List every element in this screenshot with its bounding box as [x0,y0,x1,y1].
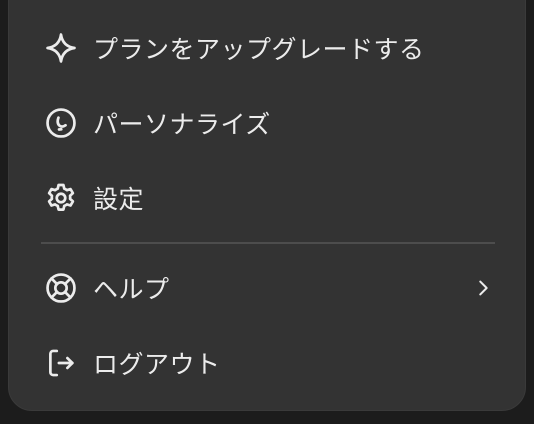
menu-item-label: プランをアップグレードする [93,35,425,64]
menu-item-label: 設定 [93,185,145,214]
menu-item-label: ログアウト [93,350,221,379]
menu-item-label: パーソナライズ [93,110,271,139]
menu-item-help[interactable]: ヘルプ [9,258,527,318]
gear-icon [43,180,79,216]
chevron-right-icon [471,276,495,300]
menu-item-upgrade-plan[interactable]: プランをアップグレードする [9,18,527,78]
menu-item-personalize[interactable]: パーソナライズ [9,93,527,153]
menu-item-logout[interactable]: ログアウト [9,333,527,393]
personalize-icon [43,105,79,141]
menu-item-settings[interactable]: 設定 [9,168,527,228]
logout-icon [43,345,79,381]
menu-item-label: ヘルプ [93,275,170,304]
lifebuoy-icon [43,270,79,306]
menu-divider [41,242,495,244]
account-menu: プランをアップグレードする パーソナライズ 設定 ヘルプ ログアウト [8,0,526,411]
sparkle-icon [43,30,79,66]
